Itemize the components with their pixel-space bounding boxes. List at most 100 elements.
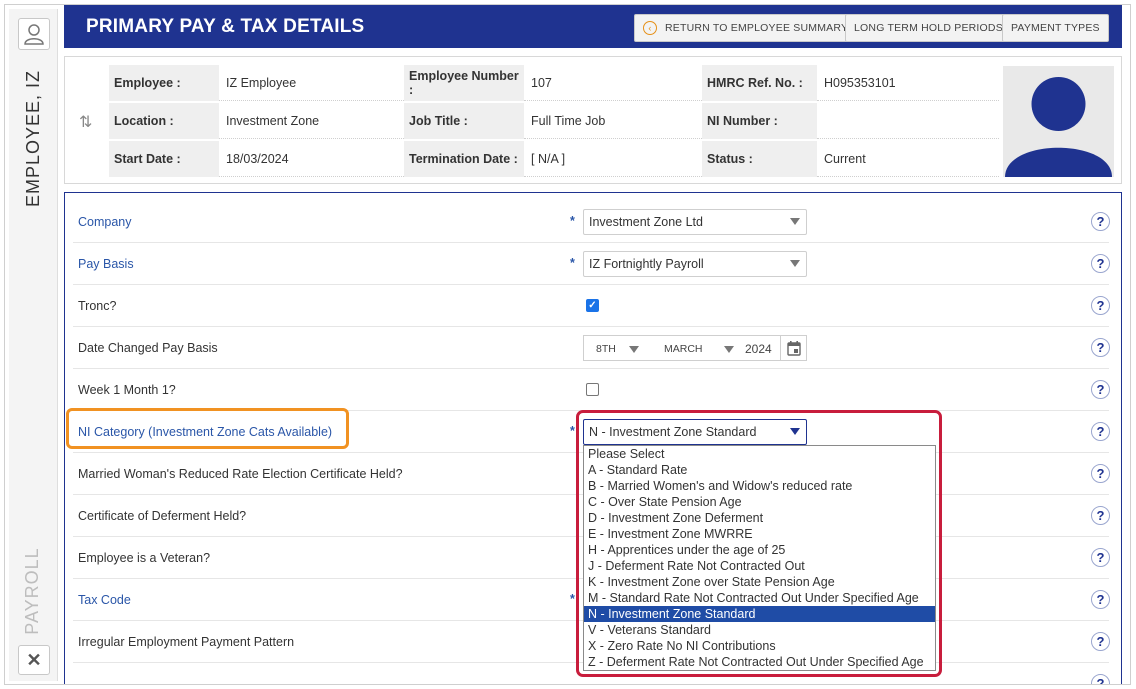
ni-option[interactable]: Please Select [584, 446, 935, 462]
caret-down-icon [724, 346, 734, 353]
help-icon[interactable]: ? [1091, 212, 1110, 231]
info-row: Employee : IZ Employee Employee Number :… [109, 65, 999, 101]
user-icon[interactable] [18, 18, 50, 50]
ni-option[interactable]: X - Zero Rate No NI Contributions [584, 638, 935, 654]
help-icon[interactable]: ? [1091, 380, 1110, 399]
help-icon[interactable]: ? [1091, 422, 1110, 441]
employee-info-panel: ⇅ Employee : IZ Employee Employee Number… [64, 56, 1122, 184]
status-value: Current [817, 141, 999, 177]
ni-category-options-list[interactable]: Please Select A - Standard Rate B - Marrie… [583, 445, 936, 671]
help-icon[interactable]: ? [1091, 296, 1110, 315]
ni-option[interactable]: C - Over State Pension Age [584, 494, 935, 510]
ni-option[interactable]: E - Investment Zone MWRRE [584, 526, 935, 542]
tax-code-label: Tax Code [78, 593, 131, 607]
hmrc-value: H095353101 [817, 65, 999, 101]
hmrc-label: HMRC Ref. No. : [702, 65, 817, 101]
info-row: Start Date : 18/03/2024 Termination Date… [109, 141, 999, 177]
ni-category-select-value: N - Investment Zone Standard [589, 425, 757, 439]
start-date-value: 18/03/2024 [219, 141, 404, 177]
date-changed-label: Date Changed Pay Basis [78, 341, 218, 355]
ni-option[interactable]: J - Deferment Rate Not Contracted Out [584, 558, 935, 574]
sort-arrows-icon[interactable]: ⇅ [79, 112, 92, 132]
tronc-label: Tronc? [78, 299, 117, 313]
calendar-icon[interactable] [780, 336, 806, 360]
ni-option[interactable]: A - Standard Rate [584, 462, 935, 478]
ni-option[interactable]: D - Investment Zone Deferment [584, 510, 935, 526]
company-select-value: Investment Zone Ltd [589, 215, 703, 229]
caret-down-icon [790, 428, 800, 435]
page-title: PRIMARY PAY & TAX DETAILS [86, 16, 365, 37]
page-header: PRIMARY PAY & TAX DETAILS ‹ RETURN TO EM… [64, 5, 1122, 48]
ni-number-value [817, 103, 999, 139]
help-icon[interactable]: ? [1091, 548, 1110, 567]
required-marker: * [570, 214, 575, 228]
return-to-summary-button[interactable]: ‹ RETURN TO EMPLOYEE SUMMARY [634, 14, 858, 42]
payment-types-button[interactable]: PAYMENT TYPES [1002, 14, 1109, 42]
ni-option[interactable]: V - Veterans Standard [584, 622, 935, 638]
company-select[interactable]: Investment Zone Ltd [583, 209, 807, 235]
ni-number-label: NI Number : [702, 103, 817, 139]
help-icon[interactable]: ? [1091, 590, 1110, 609]
married-woman-label: Married Woman's Reduced Rate Election Ce… [78, 467, 403, 481]
avatar [1003, 66, 1114, 177]
date-changed-picker[interactable]: 8TH MARCH 2024 [583, 335, 807, 361]
company-label: Company [78, 215, 132, 229]
help-icon[interactable]: ? [1091, 254, 1110, 273]
form-row-company: Company * Investment Zone Ltd ? [73, 201, 1110, 243]
termination-date-value: [ N/A ] [524, 141, 702, 177]
tronc-checkbox[interactable]: ✓ [586, 299, 599, 312]
caret-down-icon [629, 346, 639, 353]
module-name-vertical: PAYROLL [22, 547, 42, 635]
required-marker: * [570, 592, 575, 606]
ni-category-label: NI Category (Investment Zone Cats Availa… [78, 425, 333, 439]
long-term-hold-button[interactable]: LONG TERM HOLD PERIODS [845, 14, 1012, 42]
ni-option[interactable]: H - Apprentices under the age of 25 [584, 542, 935, 558]
location-label: Location : [109, 103, 219, 139]
pay-basis-select-value: IZ Fortnightly Payroll [589, 257, 704, 271]
caret-down-icon [790, 260, 800, 267]
form-row-tronc: Tronc? ✓ ? [73, 285, 1110, 327]
help-icon[interactable]: ? [1091, 632, 1110, 651]
job-title-value: Full Time Job [524, 103, 702, 139]
termination-date-label: Termination Date : [404, 141, 524, 177]
close-icon[interactable]: ✕ [18, 645, 50, 675]
start-date-label: Start Date : [109, 141, 219, 177]
ni-option[interactable]: N - Investment Zone Standard [584, 606, 935, 622]
month-select[interactable]: MARCH [664, 343, 703, 355]
day-select[interactable]: 8TH [596, 343, 616, 355]
location-value: Investment Zone [219, 103, 404, 139]
year-input[interactable]: 2024 [745, 342, 772, 356]
ni-option[interactable]: K - Investment Zone over State Pension A… [584, 574, 935, 590]
week1-label: Week 1 Month 1? [78, 383, 176, 397]
left-rail: EMPLOYEE, IZ PAYROLL ✕ [9, 9, 58, 681]
job-title-label: Job Title : [404, 103, 524, 139]
ni-category-select[interactable]: N - Investment Zone Standard [583, 419, 807, 445]
form-row-pay-basis: Pay Basis * IZ Fortnightly Payroll ? [73, 243, 1110, 285]
pay-basis-select[interactable]: IZ Fortnightly Payroll [583, 251, 807, 277]
ni-option[interactable]: Z - Deferment Rate Not Contracted Out Un… [584, 654, 935, 670]
status-label: Status : [702, 141, 817, 177]
help-icon[interactable]: ? [1091, 674, 1110, 684]
employee-name-vertical: EMPLOYEE, IZ [23, 69, 43, 207]
employee-label: Employee : [109, 65, 219, 101]
pay-basis-label: Pay Basis [78, 257, 134, 271]
veteran-label: Employee is a Veteran? [78, 551, 211, 565]
irregular-label: Irregular Employment Payment Pattern [78, 635, 295, 649]
employee-number-label: Employee Number : [404, 65, 524, 101]
form-row-date-changed: Date Changed Pay Basis 8TH MARCH 2024 ? [73, 327, 1110, 369]
employee-number-value: 107 [524, 65, 702, 101]
deferment-label: Certificate of Deferment Held? [78, 509, 247, 523]
help-icon[interactable]: ? [1091, 506, 1110, 525]
caret-down-icon [790, 218, 800, 225]
chevron-left-icon: ‹ [643, 21, 657, 35]
help-icon[interactable]: ? [1091, 464, 1110, 483]
help-icon[interactable]: ? [1091, 338, 1110, 357]
form-row-week1: Week 1 Month 1? ? [73, 369, 1110, 411]
employee-value: IZ Employee [219, 65, 404, 101]
ni-option[interactable]: B - Married Women's and Widow's reduced … [584, 478, 935, 494]
required-marker: * [570, 424, 575, 438]
week1-checkbox[interactable] [586, 383, 599, 396]
required-marker: * [570, 256, 575, 270]
ni-option[interactable]: M - Standard Rate Not Contracted Out Und… [584, 590, 935, 606]
info-row: Location : Investment Zone Job Title : F… [109, 103, 999, 139]
